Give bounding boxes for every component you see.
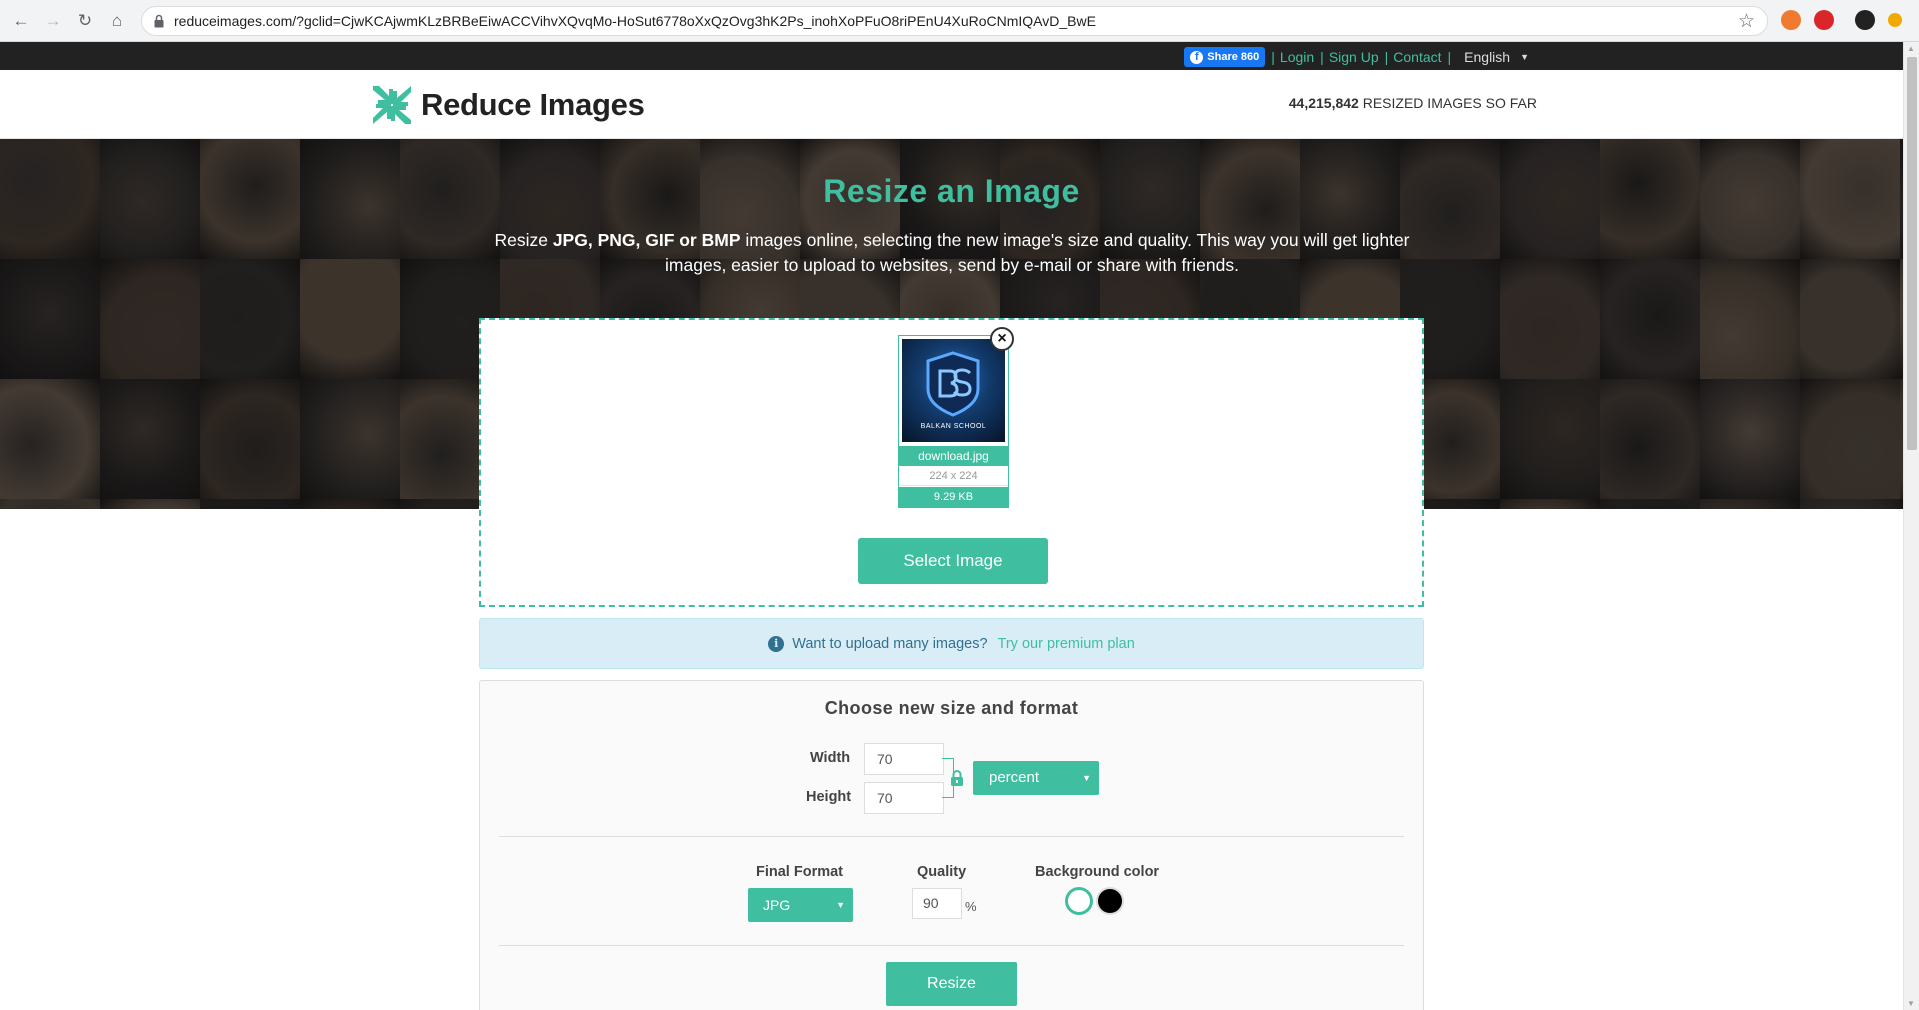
unit-value: percent — [989, 769, 1040, 786]
counter-suffix: RESIZED IMAGES SO FAR — [1358, 95, 1537, 111]
thumbnail-caption: BALKAN SCHOOL — [920, 423, 987, 430]
background-color-label: Background color — [1035, 864, 1160, 880]
quality-unit: % — [965, 899, 977, 914]
back-icon[interactable]: ← — [10, 10, 32, 32]
resize-button[interactable]: Resize — [886, 962, 1017, 1006]
resize-options-panel: Choose new size and format Width 70 Heig… — [479, 680, 1424, 1010]
forward-icon[interactable]: → — [42, 10, 64, 32]
chevron-down-icon: ▼ — [836, 900, 845, 910]
white-background-swatch[interactable] — [1065, 887, 1093, 915]
signup-link[interactable]: Sign Up — [1329, 49, 1379, 65]
site-header: Reduce Images 44,215,842 RESIZED IMAGES … — [0, 70, 1903, 139]
url-text: reduceimages.com/?gclid=CjwKCAjwmKLzBRBe… — [174, 13, 1096, 29]
premium-info-alert: i Want to upload many images? Try our pr… — [479, 618, 1424, 669]
upload-dropzone[interactable]: BALKAN SCHOOL download.jpg 224 x 224 9.2… — [479, 318, 1424, 607]
divider — [499, 836, 1404, 837]
format-select[interactable]: JPG ▼ — [748, 888, 853, 922]
image-thumbnail: BALKAN SCHOOL — [902, 339, 1005, 442]
aspect-lock-icon[interactable] — [950, 770, 964, 786]
extension-icon[interactable] — [1814, 10, 1834, 30]
lock-icon — [154, 14, 164, 28]
divider — [499, 945, 1404, 946]
unit-select[interactable]: percent ▼ — [973, 761, 1099, 795]
file-size: 9.29 KB — [899, 487, 1008, 507]
height-input[interactable]: 70 — [864, 782, 944, 814]
select-image-button[interactable]: Select Image — [858, 538, 1048, 584]
counter-value: 44,215,842 — [1288, 95, 1359, 111]
format-label: Final Format — [756, 864, 844, 880]
image-preview-card: BALKAN SCHOOL download.jpg 224 x 224 9.2… — [898, 335, 1009, 508]
file-name: download.jpg — [899, 446, 1008, 466]
quality-input[interactable]: 90 — [912, 888, 962, 919]
language-select[interactable]: English ▼ — [1464, 49, 1529, 65]
language-label: English — [1464, 49, 1511, 65]
separator: | — [1320, 49, 1324, 65]
scrollbar-thumb[interactable] — [1907, 57, 1917, 450]
width-label: Width — [810, 750, 851, 766]
contact-link[interactable]: Contact — [1393, 49, 1441, 65]
format-value: JPG — [763, 897, 791, 913]
black-background-swatch[interactable] — [1096, 887, 1124, 915]
extension-icon[interactable] — [1855, 10, 1875, 30]
scroll-up-icon[interactable]: ▲ — [1907, 44, 1915, 53]
site-topbar: f Share 860 | Login | Sign Up | Contact … — [0, 42, 1903, 70]
height-label: Height — [806, 789, 852, 805]
hero-description: Resize JPG, PNG, GIF or BMP images onlin… — [482, 228, 1422, 278]
extension-icon[interactable] — [1781, 10, 1801, 30]
site-logo[interactable]: Reduce Images — [371, 84, 645, 126]
home-icon[interactable]: ⌂ — [106, 10, 128, 32]
width-input[interactable]: 70 — [864, 743, 944, 775]
desc-part: Resize — [494, 230, 553, 250]
image-dimensions: 224 x 224 — [899, 466, 1008, 486]
info-icon: i — [768, 635, 785, 652]
profile-icon[interactable] — [1888, 13, 1902, 27]
facebook-icon: f — [1190, 50, 1204, 64]
resize-counter: 44,215,842 RESIZED IMAGES SO FAR — [1289, 95, 1537, 111]
chevron-down-icon: ▼ — [1082, 773, 1091, 783]
options-title: Choose new size and format — [824, 698, 1079, 718]
scroll-down-icon[interactable]: ▼ — [1907, 999, 1915, 1008]
remove-image-close-icon[interactable]: × — [990, 327, 1014, 351]
page-title: Resize an Image — [823, 173, 1080, 209]
desc-part: images online, selecting the new image's… — [665, 230, 1410, 275]
login-link[interactable]: Login — [1280, 49, 1314, 65]
reload-icon[interactable]: ↻ — [74, 10, 96, 32]
info-text: Want to upload many images? — [792, 635, 988, 652]
facebook-share-button[interactable]: f Share 860 — [1184, 47, 1266, 67]
compress-arrows-icon — [373, 86, 411, 124]
premium-plan-link[interactable]: Try our premium plan — [998, 636, 1135, 652]
separator: | — [1271, 49, 1275, 65]
separator: | — [1447, 49, 1452, 65]
browser-toolbar: ← → ↻ ⌂ reduceimages.com/?gclid=CjwKCAjw… — [0, 0, 1919, 42]
quality-label: Quality — [917, 864, 967, 880]
logo-text: Reduce Images — [421, 87, 645, 122]
separator: | — [1384, 49, 1389, 65]
bookmark-star-icon[interactable]: ☆ — [1738, 10, 1755, 33]
address-bar[interactable]: reduceimages.com/?gclid=CjwKCAjwmKLzBRBe… — [141, 6, 1768, 36]
share-label: Share 860 — [1207, 51, 1260, 63]
page-scrollbar[interactable]: ▲ ▼ — [1903, 42, 1919, 1010]
chevron-down-icon: ▼ — [1520, 52, 1529, 62]
desc-formats: JPG, PNG, GIF or BMP — [552, 230, 741, 250]
